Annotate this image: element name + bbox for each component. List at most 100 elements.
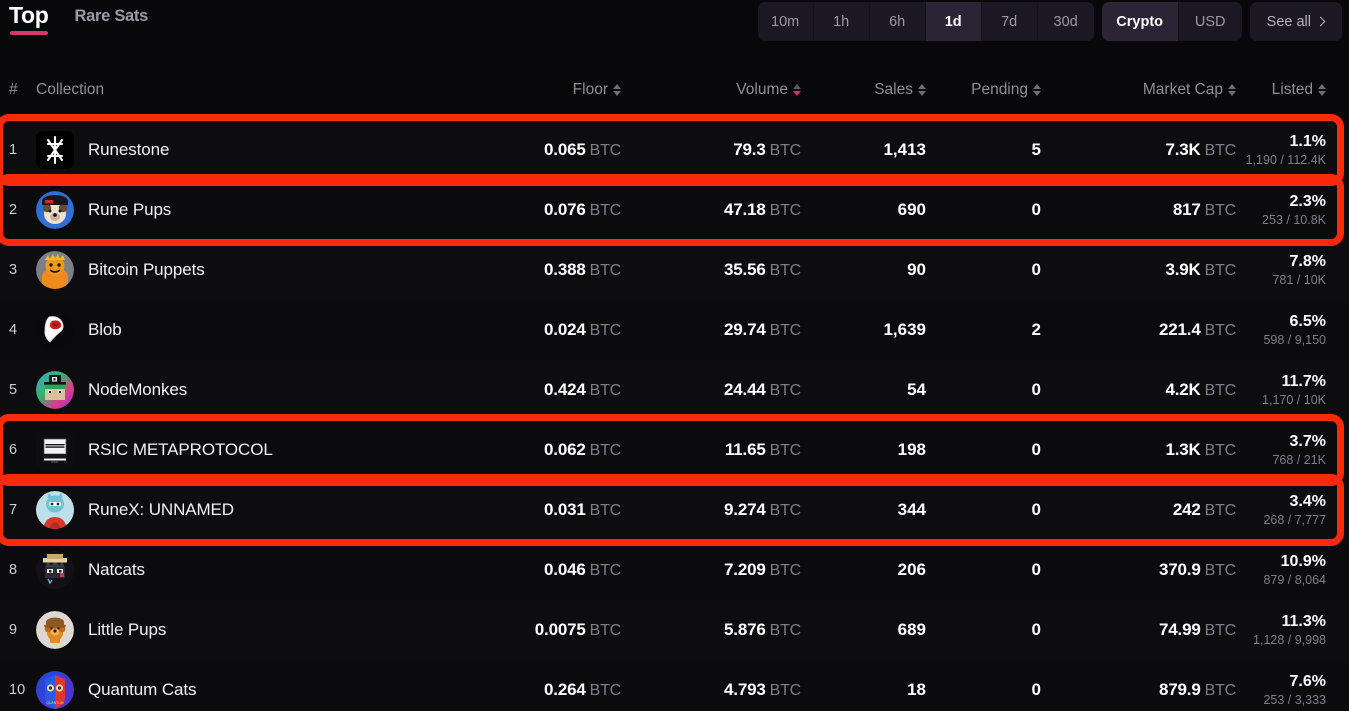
row-rank: 3 xyxy=(0,261,36,279)
row-collection[interactable]: RuneX: UNNAMED xyxy=(36,491,446,529)
time-range-7d[interactable]: 7d xyxy=(982,2,1038,41)
row-floor: 0.0075BTC xyxy=(446,620,621,640)
row-collection[interactable]: Bitcoin Puppets xyxy=(36,251,446,289)
col-header-sales[interactable]: Sales xyxy=(801,81,926,99)
sort-icon-sales[interactable] xyxy=(918,84,926,96)
time-range-10m[interactable]: 10m xyxy=(758,2,814,41)
col-header-sales-label: Sales xyxy=(874,81,913,99)
col-header-floor[interactable]: Floor xyxy=(446,81,621,99)
row-market-cap: 4.2KBTC xyxy=(1041,380,1236,400)
table-row[interactable]: 7RuneX: UNNAMED0.031BTC9.274BTC3440242BT… xyxy=(0,480,1349,540)
table-row[interactable]: 8Natcats0.046BTC7.209BTC2060370.9BTC10.9… xyxy=(0,540,1349,600)
currency-usd[interactable]: USD xyxy=(1179,2,1242,41)
row-listed: 11.7%1,170 / 10K xyxy=(1236,373,1346,407)
row-floor: 0.024BTC xyxy=(446,320,621,340)
sort-icon-volume[interactable] xyxy=(793,84,801,96)
col-header-market-cap[interactable]: Market Cap xyxy=(1041,81,1236,99)
listed-counts: 268 / 7,777 xyxy=(1263,513,1326,527)
listed-counts: 768 / 21K xyxy=(1272,453,1326,467)
rsic-avatar: RSIC xyxy=(36,431,74,469)
row-volume: 24.44BTC xyxy=(621,380,801,400)
table-row[interactable]: 9Little Pups0.0075BTC5.876BTC689074.99BT… xyxy=(0,600,1349,660)
sort-icon-listed[interactable] xyxy=(1318,84,1326,96)
row-pending: 0 xyxy=(926,620,1041,640)
top-collections-page: Top Rare Sats 10m 1h 6h 1d 7d 30d Crypto… xyxy=(0,0,1349,711)
listed-percent: 6.5% xyxy=(1290,313,1326,331)
row-market-cap: 370.9BTC xyxy=(1041,560,1236,580)
row-floor: 0.062BTC xyxy=(446,440,621,460)
collection-name: RuneX: UNNAMED xyxy=(88,500,234,520)
listed-percent: 1.1% xyxy=(1290,133,1326,151)
col-header-pending-label: Pending xyxy=(971,81,1028,99)
col-header-listed-label: Listed xyxy=(1272,81,1313,99)
svg-text:RSIC: RSIC xyxy=(51,460,59,464)
collection-name: NodeMonkes xyxy=(88,380,187,400)
table-row[interactable]: 1Runestone0.065BTC79.3BTC1,41357.3KBTC1.… xyxy=(0,120,1349,180)
row-listed: 7.8%781 / 10K xyxy=(1236,253,1346,287)
row-collection[interactable]: Natcats xyxy=(36,551,446,589)
sort-icon-market-cap[interactable] xyxy=(1228,84,1236,96)
table-row[interactable]: 2Rune Pups0.076BTC47.18BTC6900817BTC2.3%… xyxy=(0,180,1349,240)
row-floor: 0.046BTC xyxy=(446,560,621,580)
row-volume: 11.65BTC xyxy=(621,440,801,460)
table-row[interactable]: 10QUANTUMQuantum Cats0.264BTC4.793BTC180… xyxy=(0,660,1349,711)
currency-crypto[interactable]: Crypto xyxy=(1102,2,1179,41)
row-listed: 3.7%768 / 21K xyxy=(1236,433,1346,467)
row-collection[interactable]: Blob xyxy=(36,311,446,349)
row-pending: 0 xyxy=(926,380,1041,400)
nav-tab-top[interactable]: Top xyxy=(9,2,49,40)
nav-tabs: Top Rare Sats xyxy=(0,0,148,40)
row-market-cap: 221.4BTC xyxy=(1041,320,1236,340)
table-row[interactable]: 3 Bitcoin Puppets0.388BTC35.56BTC9003.9K… xyxy=(0,240,1349,300)
sort-icon-pending[interactable] xyxy=(1033,84,1041,96)
row-rank: 2 xyxy=(0,201,36,219)
sort-icon-floor[interactable] xyxy=(613,84,621,96)
col-header-volume[interactable]: Volume xyxy=(621,81,801,99)
time-range-1h[interactable]: 1h xyxy=(814,2,870,41)
row-pending: 0 xyxy=(926,260,1041,280)
time-range-6h[interactable]: 6h xyxy=(870,2,926,41)
listed-counts: 1,128 / 9,998 xyxy=(1253,633,1326,647)
row-volume: 35.56BTC xyxy=(621,260,801,280)
listed-percent: 3.4% xyxy=(1290,493,1326,511)
collection-name: Natcats xyxy=(88,560,145,580)
col-header-listed[interactable]: Listed xyxy=(1236,81,1346,99)
runestone-avatar xyxy=(36,131,74,169)
row-listed: 6.5% 598 / 9,150 xyxy=(1236,313,1346,347)
col-header-pending[interactable]: Pending xyxy=(926,81,1041,99)
row-market-cap: 7.3KBTC xyxy=(1041,140,1236,160)
table-row[interactable]: 4Blob0.024BTC29.74BTC1,6392221.4BTC6.5%5… xyxy=(0,300,1349,360)
table-header-row: # Collection Floor Volume Sales Pending … xyxy=(0,74,1349,106)
nav-tab-rare-sats[interactable]: Rare Sats xyxy=(75,2,148,32)
listed-counts: 598 / 9,150 xyxy=(1263,333,1326,347)
header-controls: 10m 1h 6h 1d 7d 30d Crypto USD See all xyxy=(758,2,1342,41)
rune-pups-avatar xyxy=(36,191,74,229)
row-floor: 0.388BTC xyxy=(446,260,621,280)
row-floor: 0.065BTC xyxy=(446,140,621,160)
see-all-button[interactable]: See all xyxy=(1250,2,1342,41)
time-range-1d[interactable]: 1d xyxy=(926,2,982,41)
row-sales: 344 xyxy=(801,500,926,520)
row-collection[interactable]: Little Pups xyxy=(36,611,446,649)
table-row[interactable]: 5NodeMonkes0.424BTC24.44BTC5404.2KBTC11.… xyxy=(0,360,1349,420)
time-range-30d[interactable]: 30d xyxy=(1038,2,1094,41)
row-floor: 0.031BTC xyxy=(446,500,621,520)
row-sales: 690 xyxy=(801,200,926,220)
row-sales: 1,639 xyxy=(801,320,926,340)
row-pending: 0 xyxy=(926,440,1041,460)
table-row[interactable]: 6RSICRSIC METAPROTOCOL0.062BTC11.65BTC19… xyxy=(0,420,1349,480)
listed-percent: 11.3% xyxy=(1282,613,1326,631)
row-pending: 0 xyxy=(926,560,1041,580)
row-collection[interactable]: Runestone xyxy=(36,131,446,169)
listed-percent: 7.8% xyxy=(1290,253,1326,271)
row-collection[interactable]: RSICRSIC METAPROTOCOL xyxy=(36,431,446,469)
row-collection[interactable]: QUANTUMQuantum Cats xyxy=(36,671,446,709)
row-collection[interactable]: NodeMonkes xyxy=(36,371,446,409)
row-volume: 4.793BTC xyxy=(621,680,801,700)
col-header-rank: # xyxy=(0,81,36,99)
nav-tab-active-underline xyxy=(10,31,48,35)
currency-toggle: Crypto USD xyxy=(1102,2,1242,41)
row-sales: 689 xyxy=(801,620,926,640)
time-range-selector: 10m 1h 6h 1d 7d 30d xyxy=(758,2,1094,41)
row-collection[interactable]: Rune Pups xyxy=(36,191,446,229)
